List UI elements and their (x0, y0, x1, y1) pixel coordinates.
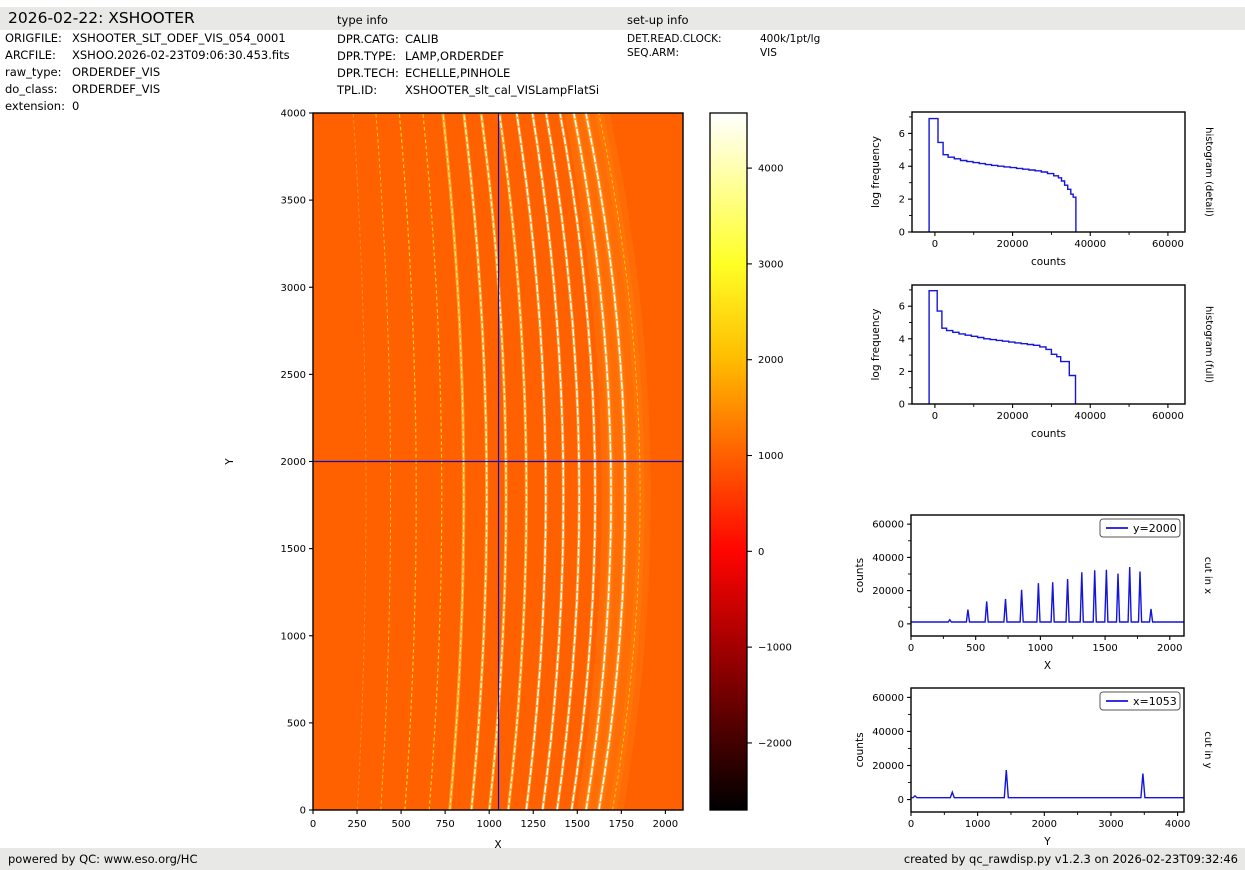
chart-text: 60000 (872, 693, 904, 704)
data-curve (911, 566, 1184, 623)
chart-text: 1500 (281, 544, 306, 555)
chart-text: −1000 (758, 643, 792, 654)
chart-text: 20000 (997, 239, 1029, 250)
chart-text: 4000 (281, 109, 306, 120)
chart-text: y=2000 (1133, 522, 1177, 535)
chart-text: counts (854, 558, 866, 593)
chart-text: 4 (899, 334, 905, 345)
chart-text: 2000 (1157, 643, 1182, 654)
chart-text: x=1053 (1133, 695, 1177, 708)
qc-report-page: 2026-02-22: XSHOOTER type info set-up in… (0, 0, 1245, 870)
data-curve (928, 290, 1077, 404)
chart-text: cut in x (1202, 557, 1213, 594)
footer-left: powered by QC: www.eso.org/HC (8, 852, 198, 866)
chart-text: 1000 (476, 819, 501, 830)
chart-text: histogram (detail) (1203, 127, 1214, 217)
chart-text: counts (1031, 428, 1066, 440)
colorbar-gradient (710, 113, 747, 810)
chart-text: 40000 (872, 553, 904, 564)
chart-text: 1250 (521, 819, 546, 830)
chart-text: 2 (899, 195, 905, 206)
chart-text: histogram (full) (1203, 306, 1214, 383)
chart-text: 3000 (281, 283, 306, 294)
data-curve (911, 770, 1184, 799)
chart-text: 1750 (609, 819, 634, 830)
chart-text: 6 (899, 129, 905, 140)
chart-text: X (1044, 660, 1051, 672)
chart-text: 0 (758, 547, 764, 558)
chart-text: 2000 (653, 819, 678, 830)
chart-text: 2000 (758, 355, 783, 366)
chart-text: −2000 (758, 738, 792, 749)
chart-text: 0 (908, 643, 914, 654)
chart-text: 0 (898, 619, 904, 630)
chart-text: 2000 (1032, 819, 1057, 830)
footer-right: created by qc_rawdisp.py v1.2.3 on 2026-… (903, 852, 1238, 866)
chart-text: 500 (287, 718, 306, 729)
chart-text: 500 (392, 819, 411, 830)
chart-text: 0 (899, 228, 905, 239)
chart-text: 0 (932, 239, 938, 250)
chart-text: 0 (899, 400, 905, 411)
chart-text: 3000 (758, 259, 783, 270)
chart-text: 60000 (1152, 411, 1184, 422)
chart-text: 20000 (872, 761, 904, 772)
chart-text: 3500 (281, 196, 306, 207)
chart-text: 4000 (1165, 819, 1190, 830)
chart-text: 60000 (872, 520, 904, 531)
data-curve (928, 117, 1077, 232)
chart-text: 3000 (1098, 819, 1123, 830)
chart-text: 250 (348, 819, 367, 830)
chart-text: log frequency (870, 136, 882, 208)
chart-text: 40000 (1074, 239, 1106, 250)
footer-bar: powered by QC: www.eso.org/HC created by… (0, 848, 1245, 870)
chart-text: 0 (932, 411, 938, 422)
chart-text: log frequency (870, 308, 882, 380)
chart-text: 20000 (997, 411, 1029, 422)
chart-text: 60000 (1152, 239, 1184, 250)
chart-text: cut in y (1202, 731, 1213, 768)
chart-text: 40000 (872, 727, 904, 738)
chart-text: 1000 (965, 819, 990, 830)
chart-text: 2 (899, 367, 905, 378)
figure-canvas: 0 250 500 750 1000 1250 1500 1750 20000500100015… (224, 109, 1214, 852)
detector-image (313, 113, 683, 810)
chart-text: 750 (436, 819, 455, 830)
chart-text: counts (1031, 256, 1066, 268)
chart-text: counts (854, 732, 866, 767)
chart-text: 500 (966, 643, 985, 654)
chart-text: 2500 (281, 370, 306, 381)
chart-text: 4000 (758, 164, 783, 175)
chart-text: 1000 (758, 451, 783, 462)
chart-text: Y (1043, 836, 1051, 848)
chart-text: 40000 (1074, 411, 1106, 422)
chart-text: 4 (899, 162, 905, 173)
chart-text: 0 (898, 795, 904, 806)
chart-text: 2000 (281, 457, 306, 468)
chart-text: Y (224, 458, 236, 466)
chart-text: 0 (908, 819, 914, 830)
chart-text: 0 (310, 819, 316, 830)
chart-text: 1000 (1028, 643, 1053, 654)
chart-text: 0 (300, 806, 306, 817)
chart-text: 1000 (281, 631, 306, 642)
chart-text: 6 (899, 302, 905, 313)
chart-text: 1500 (565, 819, 590, 830)
chart-text: 20000 (872, 586, 904, 597)
chart-text: 1500 (1092, 643, 1117, 654)
